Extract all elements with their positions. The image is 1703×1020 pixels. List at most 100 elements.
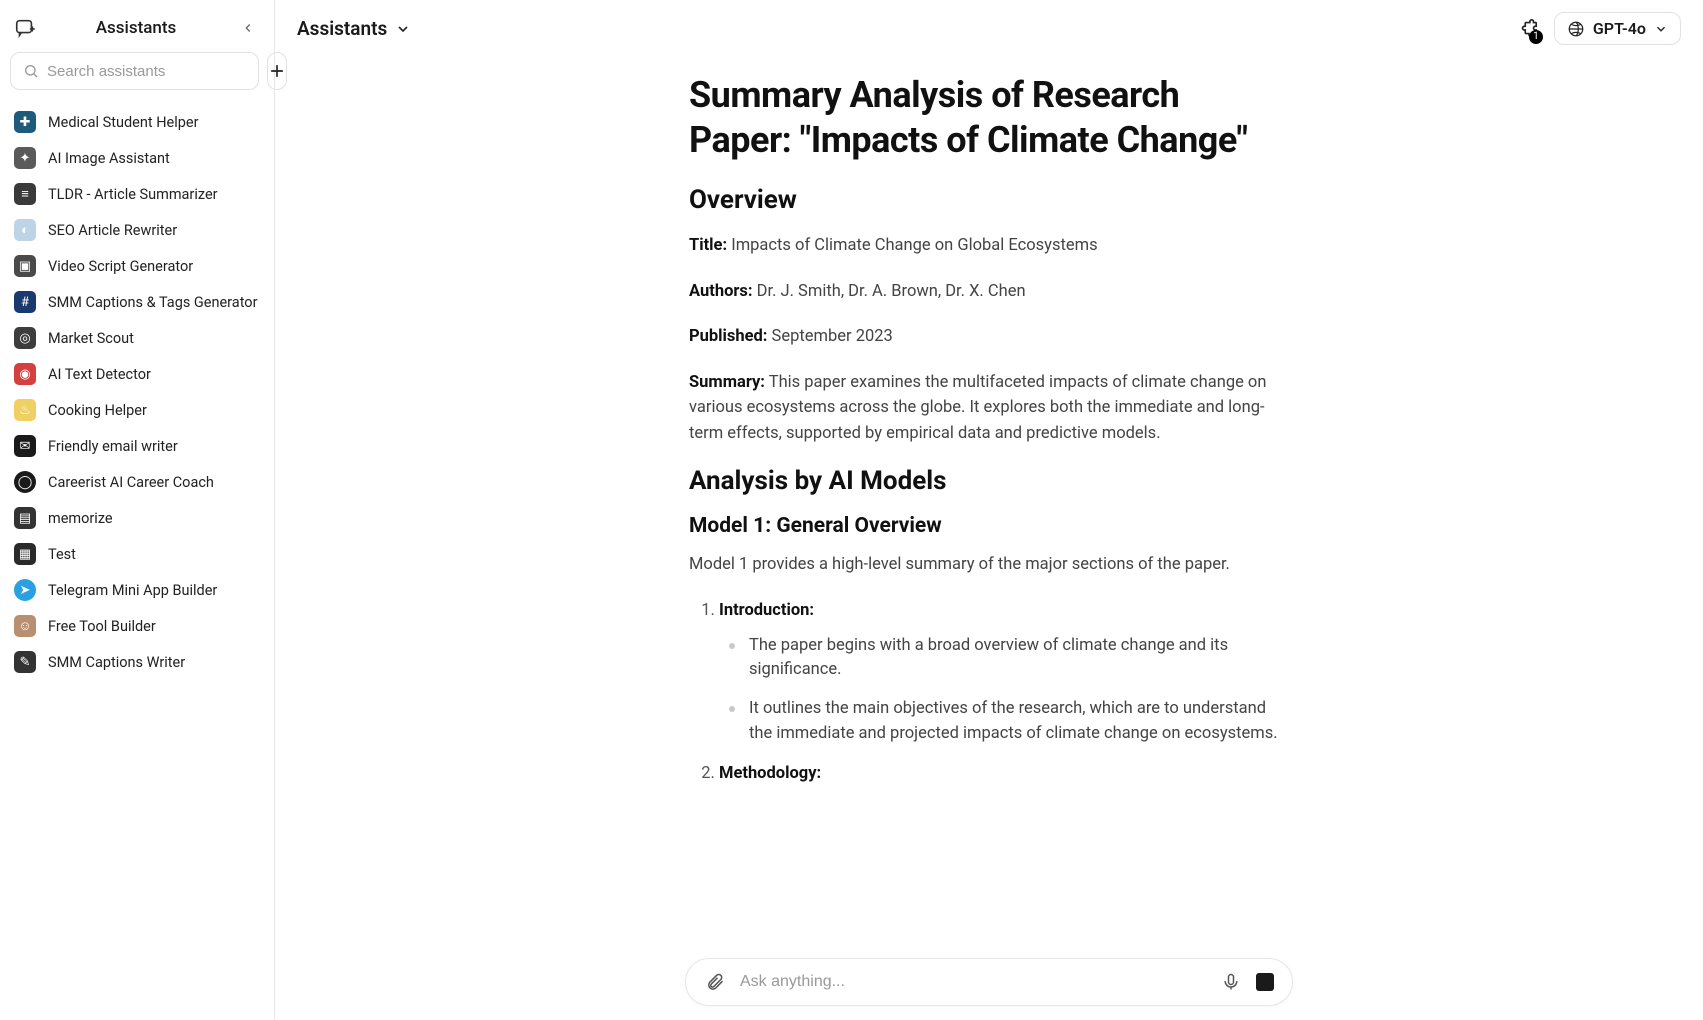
sidebar-item-medical[interactable]: ✚ Medical Student Helper xyxy=(8,104,266,140)
sidebar-item-label: Market Scout xyxy=(48,330,134,347)
chat-input-bar xyxy=(685,958,1293,1006)
sidebar-item-label: AI Text Detector xyxy=(48,366,151,383)
assistant-icon: ◯ xyxy=(14,471,36,493)
doc-heading-3-model1: Model 1: General Overview xyxy=(689,514,1289,538)
sidebar-item-label: Telegram Mini App Builder xyxy=(48,582,217,599)
meta-label: Authors: xyxy=(689,282,753,301)
sidebar-item-label: SEO Article Rewriter xyxy=(48,222,177,239)
new-chat-icon[interactable] xyxy=(14,17,36,39)
sidebar-item-ai-image[interactable]: ✦ AI Image Assistant xyxy=(8,140,266,176)
sidebar-item-label: SMM Captions & Tags Generator xyxy=(48,294,257,311)
assistant-icon: ≡ xyxy=(14,183,36,205)
assistant-icon: ◐ xyxy=(14,219,36,241)
openai-icon xyxy=(1567,20,1585,38)
model1-intro: Model 1 provides a high-level summary of… xyxy=(689,552,1289,578)
meta-published: Published: September 2023 xyxy=(689,324,1289,350)
list-item-label: Methodology: xyxy=(719,764,821,783)
chevron-down-icon xyxy=(395,21,411,37)
meta-value: September 2023 xyxy=(767,327,892,346)
doc-heading-2-overview: Overview xyxy=(689,185,1289,215)
sidebar-item-market-scout[interactable]: ◎ Market Scout xyxy=(8,320,266,356)
assistants-list: ✚ Medical Student Helper ✦ AI Image Assist… xyxy=(6,104,268,1010)
sidebar-item-smm-writer[interactable]: ✎ SMM Captions Writer xyxy=(8,644,266,680)
sidebar-item-label: Video Script Generator xyxy=(48,258,193,275)
collapse-sidebar-button[interactable] xyxy=(236,16,260,40)
doc-heading-2-analysis: Analysis by AI Models xyxy=(689,466,1289,496)
assistant-icon: ▣ xyxy=(14,255,36,277)
assistant-icon: ➤ xyxy=(14,579,36,601)
sidebar-item-careerist[interactable]: ◯ Careerist AI Career Coach xyxy=(8,464,266,500)
meta-label: Summary: xyxy=(689,373,765,392)
list-item-label: Introduction: xyxy=(719,601,814,620)
sidebar-item-tldr[interactable]: ≡ TLDR - Article Summarizer xyxy=(8,176,266,212)
assistant-icon: ✦ xyxy=(14,147,36,169)
chat-input[interactable] xyxy=(740,973,1206,991)
meta-value: This paper examines the multifaceted imp… xyxy=(689,373,1266,443)
list-item: Introduction: The paper begins with a br… xyxy=(719,598,1289,747)
stop-button[interactable] xyxy=(1256,973,1274,991)
assistant-icon: ☺ xyxy=(14,615,36,637)
sidebar-item-label: Medical Student Helper xyxy=(48,114,199,131)
model-label: GPT-4o xyxy=(1593,19,1646,38)
sidebar-item-label: memorize xyxy=(48,510,113,527)
sidebar-item-label: AI Image Assistant xyxy=(48,150,170,167)
sidebar-item-smm-captions-tags[interactable]: # SMM Captions & Tags Generator xyxy=(8,284,266,320)
sidebar-item-email-writer[interactable]: ✉ Friendly email writer xyxy=(8,428,266,464)
search-input-wrap[interactable] xyxy=(10,52,259,90)
meta-authors: Authors: Dr. J. Smith, Dr. A. Brown, Dr.… xyxy=(689,279,1289,305)
sidebar-item-memorize[interactable]: ▤ memorize xyxy=(8,500,266,536)
sidebar: Assistants ✚ Medical Student Helper ✦ AI I… xyxy=(0,0,275,1020)
sidebar-item-cooking[interactable]: ♨ Cooking Helper xyxy=(8,392,266,428)
assistant-icon: ♨ xyxy=(14,399,36,421)
model1-list: Introduction: The paper begins with a br… xyxy=(689,598,1289,786)
extensions-count: 1 xyxy=(1529,30,1543,44)
assistant-icon: ◎ xyxy=(14,327,36,349)
sidebar-item-free-tool[interactable]: ☺ Free Tool Builder xyxy=(8,608,266,644)
meta-value: Impacts of Climate Change on Global Ecos… xyxy=(727,236,1098,255)
doc-heading-1: Summary Analysis of Research Paper: "Imp… xyxy=(689,73,1289,163)
sidebar-item-label: Cooking Helper xyxy=(48,402,147,419)
sidebar-item-seo[interactable]: ◐ SEO Article Rewriter xyxy=(8,212,266,248)
meta-value: Dr. J. Smith, Dr. A. Brown, Dr. X. Chen xyxy=(753,282,1026,301)
assistant-icon: ✎ xyxy=(14,651,36,673)
sidebar-item-test[interactable]: ▦ Test xyxy=(8,536,266,572)
assistant-icon: # xyxy=(14,291,36,313)
topbar-right: 1 GPT-4o xyxy=(1516,12,1681,45)
sidebar-item-video-script[interactable]: ▣ Video Script Generator xyxy=(8,248,266,284)
sidebar-item-label: Careerist AI Career Coach xyxy=(48,474,214,491)
sidebar-search-row xyxy=(6,52,268,104)
extensions-button[interactable]: 1 xyxy=(1516,17,1540,41)
main: Assistants 1 GPT-4o Summary Analysis of … xyxy=(275,0,1703,1020)
assistant-icon: ✉ xyxy=(14,435,36,457)
document: Summary Analysis of Research Paper: "Imp… xyxy=(689,73,1289,786)
assistant-icon: ▦ xyxy=(14,543,36,565)
bullet-list: The paper begins with a broad overview o… xyxy=(719,634,1289,747)
sidebar-item-label: Free Tool Builder xyxy=(48,618,156,635)
breadcrumb-dropdown[interactable]: Assistants xyxy=(297,17,411,40)
sidebar-item-label: SMM Captions Writer xyxy=(48,654,185,671)
bullet-item: It outlines the main objectives of the r… xyxy=(723,697,1289,747)
input-bar-wrap xyxy=(275,958,1703,1006)
assistant-icon: ▤ xyxy=(14,507,36,529)
search-icon xyxy=(23,63,39,79)
meta-title: Title: Impacts of Climate Change on Glob… xyxy=(689,233,1289,259)
model-selector[interactable]: GPT-4o xyxy=(1554,12,1681,45)
breadcrumb-label: Assistants xyxy=(297,17,387,40)
meta-summary: Summary: This paper examines the multifa… xyxy=(689,370,1289,447)
topbar: Assistants 1 GPT-4o xyxy=(275,0,1703,57)
sidebar-item-ai-text-detector[interactable]: ◉ AI Text Detector xyxy=(8,356,266,392)
sidebar-item-telegram[interactable]: ➤ Telegram Mini App Builder xyxy=(8,572,266,608)
attach-button[interactable] xyxy=(704,971,726,993)
sidebar-item-label: Friendly email writer xyxy=(48,438,178,455)
list-item: Methodology: xyxy=(719,761,1289,787)
sidebar-item-label: Test xyxy=(48,546,76,563)
bullet-item: The paper begins with a broad overview o… xyxy=(723,634,1289,684)
content-scroll[interactable]: Summary Analysis of Research Paper: "Imp… xyxy=(275,57,1703,1020)
meta-label: Published: xyxy=(689,327,767,346)
search-input[interactable] xyxy=(47,63,246,80)
mic-button[interactable] xyxy=(1220,971,1242,993)
sidebar-header: Assistants xyxy=(6,10,268,52)
sidebar-item-label: TLDR - Article Summarizer xyxy=(48,186,218,203)
assistant-icon: ✚ xyxy=(14,111,36,133)
assistant-icon: ◉ xyxy=(14,363,36,385)
